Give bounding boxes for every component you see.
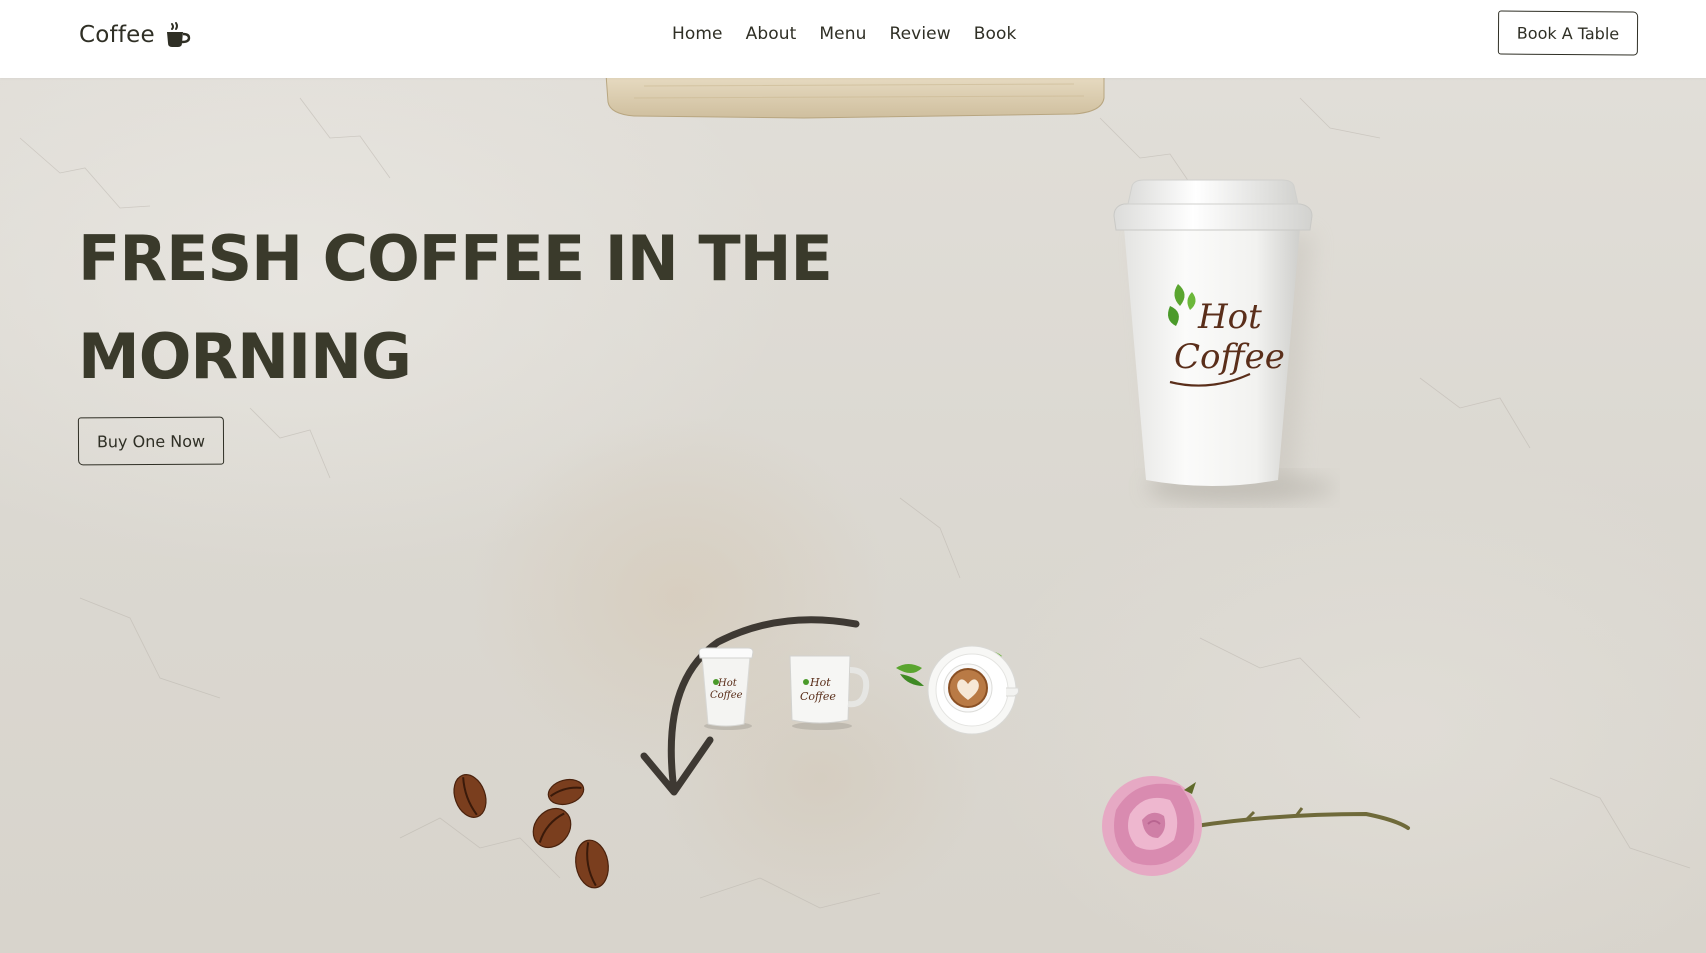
brand-logo[interactable]: Coffee [79,18,191,52]
burlap-sack-decoration [605,74,1105,119]
nav-link-home[interactable]: Home [672,24,723,44]
nav-link-about[interactable]: About [746,24,797,44]
svg-text:Hot: Hot [809,676,831,689]
product-thumbnail-latte-cup[interactable] [894,644,1020,736]
buy-one-now-button[interactable]: Buy One Now [77,416,225,466]
product-thumbnail-mug[interactable]: Hot Coffee [786,652,870,730]
svg-text:Hot: Hot [1197,297,1262,337]
pink-rose-decoration [1102,776,1410,876]
main-menu: Home About Menu Review Book [672,0,1016,68]
product-thumbnail-paper-cup[interactable]: Hot Coffee [696,646,756,730]
nav-link-menu[interactable]: Menu [819,24,866,44]
top-navigation-bar: Coffee Home About Menu Review Book Book … [0,0,1706,78]
svg-text:Hot: Hot [717,678,738,689]
brand-name: Coffee [79,22,155,48]
hot-coffee-cup-image: Hot Coffee [1113,179,1335,502]
coffee-cup-icon [166,22,191,47]
svg-text:Coffee: Coffee [800,690,836,703]
nav-link-review[interactable]: Review [889,24,950,44]
hero-headline: FRESH COFFEE IN THE MORNING [78,222,833,393]
svg-text:Coffee: Coffee [710,690,743,701]
coffee-beans-decoration [453,774,609,889]
nav-link-book[interactable]: Book [974,24,1017,44]
svg-text:Coffee: Coffee [1174,337,1285,377]
book-a-table-button[interactable]: Book A Table [1497,10,1639,56]
